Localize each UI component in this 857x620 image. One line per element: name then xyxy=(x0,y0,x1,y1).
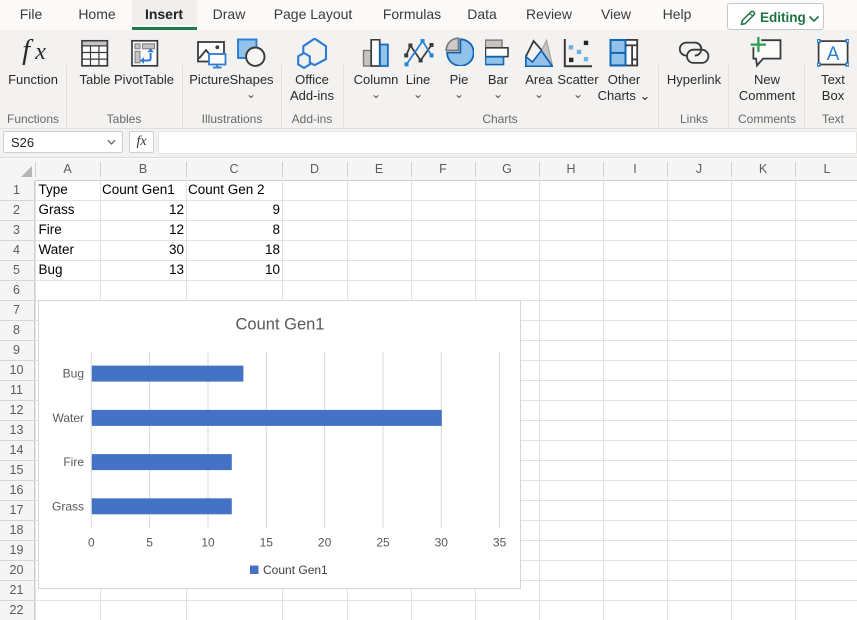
svg-text:20: 20 xyxy=(318,536,332,550)
svg-text:10: 10 xyxy=(201,536,215,550)
svg-text:15: 15 xyxy=(260,536,274,550)
svg-text:0: 0 xyxy=(88,536,95,550)
svg-text:30: 30 xyxy=(435,536,449,550)
svg-text:Bug: Bug xyxy=(63,367,84,381)
svg-text:Water: Water xyxy=(52,411,84,425)
svg-text:25: 25 xyxy=(376,536,390,550)
svg-text:Count Gen1: Count Gen1 xyxy=(263,563,328,577)
svg-text:Count Gen1: Count Gen1 xyxy=(236,316,325,334)
svg-text:Grass: Grass xyxy=(52,499,84,513)
svg-text:Fire: Fire xyxy=(63,455,84,469)
svg-text:35: 35 xyxy=(493,536,507,550)
svg-text:5: 5 xyxy=(146,536,153,550)
svg-text:A: A xyxy=(827,44,840,65)
